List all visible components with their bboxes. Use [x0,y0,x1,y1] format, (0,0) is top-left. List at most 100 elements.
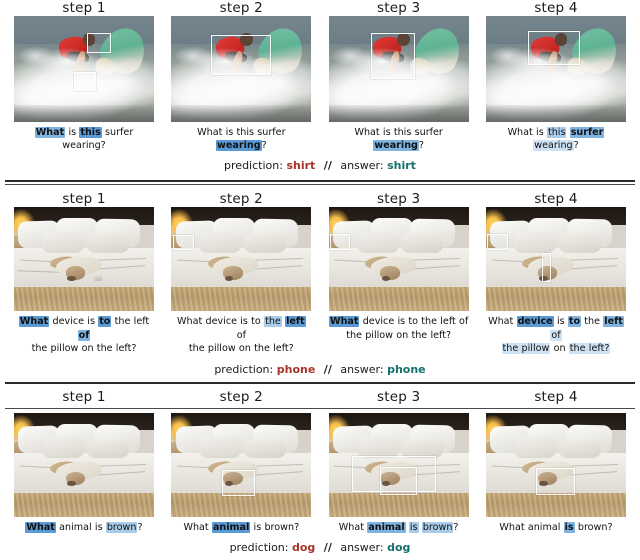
token: ? [453,521,459,533]
answer-value: shirt [387,159,416,172]
dog-nose [67,275,76,281]
step-label: step 2 [219,0,263,16]
token: this [236,127,255,138]
token: What [488,316,514,327]
token: is [563,521,575,533]
token: of [236,329,246,341]
water-shadow [171,105,312,122]
attention-box [527,30,581,65]
token: is [382,127,391,138]
water-shadow [14,105,154,122]
token: to [251,316,261,327]
token: device [52,316,85,327]
prediction-answer-line: prediction: dog // answer: dog [0,541,640,554]
token: animal [527,521,561,533]
step-label: step 4 [534,191,578,207]
question-text: What is this surfer wearing? [14,126,154,152]
answer-label: answer: [340,362,384,376]
bedroom-photo [485,412,626,517]
token: brown? [577,521,613,533]
prediction-label: prediction: [214,362,274,376]
token: surfer [105,127,134,138]
surfer-photo [485,16,626,122]
prediction-label: prediction: [229,540,289,554]
footboard [171,492,312,517]
token: device is to the left of [362,316,469,327]
answer-label: answer: [340,159,384,172]
vqa-attention-figure: step 1 step 2 step 3 step 4 What is this… [0,0,640,560]
prediction-label: prediction: [224,159,283,172]
step-label: step 4 [534,388,578,405]
panel-surfer: step 1 step 2 step 3 step 4 What is this… [0,0,640,172]
bedroom-photo [328,412,469,517]
token: is [94,521,103,533]
token: is [253,521,262,533]
pillow [199,437,242,459]
dog-nose [381,275,391,281]
separator: // [323,159,332,172]
question-text: What animal is brown? [486,521,626,534]
step-header-row: step 1 step 2 step 3 step 4 [0,389,640,405]
dog-nose [224,275,233,281]
token: brown? [264,521,300,533]
token: the [264,316,282,327]
token: ? [418,140,424,151]
pillow [356,231,399,253]
token: is [408,521,419,533]
bedroom-photo [171,207,312,311]
step-label: step 2 [219,388,263,405]
token: this [79,127,102,138]
token: of [77,329,91,341]
question-text: What device is to the left of the pillow… [171,315,311,356]
footboard [485,492,626,517]
prediction-value: dog [291,540,316,554]
pillow [42,437,84,459]
attention-box [86,32,112,53]
question-text: What is this surfer wearing? [329,126,469,152]
token: brown [421,521,454,533]
token: the pillow [501,343,551,354]
surfer-photo [14,16,154,122]
pillow [513,437,556,459]
prediction-answer-line: prediction: phone // answer: phone [0,363,640,376]
dog-nose [67,481,76,487]
token: brown [105,521,138,533]
attention-box [221,469,255,496]
surfer-photo [171,16,312,122]
step-label: step 3 [377,191,421,207]
step-cell: What is this surfer wearing? [171,16,312,152]
token: What [328,316,360,327]
token: ? [573,140,579,151]
separator: // [323,540,332,554]
token: left [133,316,150,327]
attention-box [74,72,96,92]
token: the pillow on the left? [31,343,137,354]
step-cell: What device is to the left of the pillow… [171,207,312,356]
token: of [550,329,562,341]
token: device [205,316,237,327]
step-label: step 1 [62,191,106,207]
step-cell: What is this surfer wearing? [14,16,154,152]
token: left [285,316,306,327]
token: surfer [569,127,605,138]
pillow [558,233,601,253]
token: What [18,316,50,327]
pillow [244,438,287,459]
question-text: What is this surfer wearing? [171,126,311,152]
token: What [354,127,380,138]
answer-value: dog [387,540,411,554]
footboard [171,287,312,311]
token: the [114,316,131,327]
token: What [507,127,533,138]
step-image-row: What animal is brown? What animal is bro… [0,412,640,534]
step-label: step 1 [62,0,106,16]
step-label: step 2 [219,191,263,207]
prediction-value: phone [276,362,316,376]
step-label: step 1 [62,388,106,405]
pillow [401,233,444,253]
question-text: What device is to the left of the pillow… [14,315,154,356]
token: ? [261,140,267,151]
footboard [485,287,626,311]
question-text: What device is to the left of the pillow… [486,315,626,356]
bedroom-photo [485,207,626,311]
